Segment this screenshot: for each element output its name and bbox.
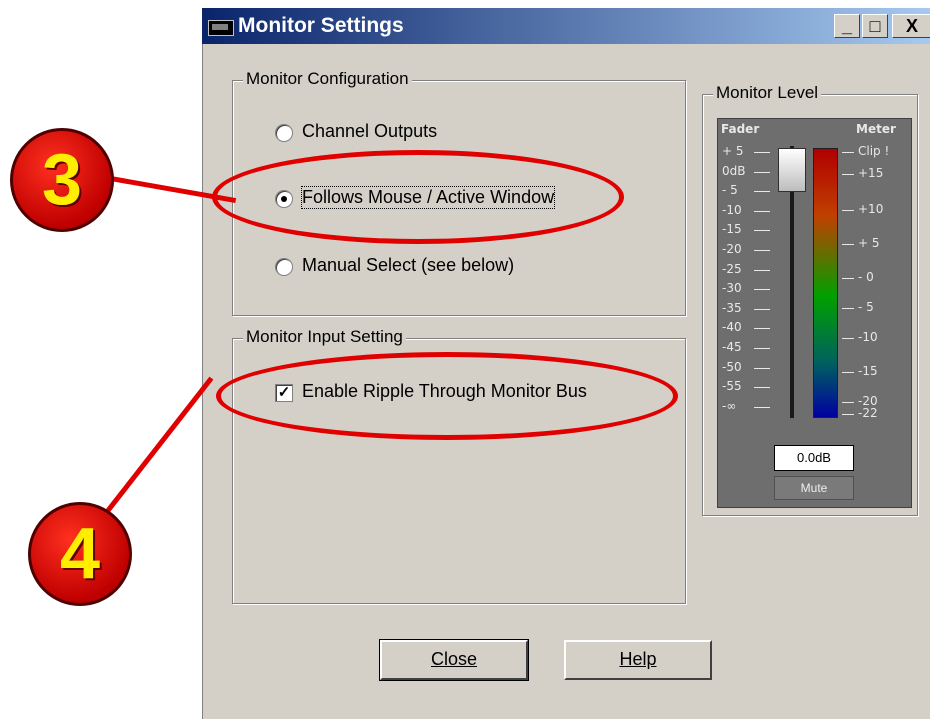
minimize-button[interactable]: _ [834,14,860,38]
monitor-level-label: Monitor Level [713,83,822,103]
fader-tick-mark [754,171,770,173]
fader-tick-label: -30 [722,281,742,296]
meter-tick-label: - 0 [858,270,874,284]
meter-tick-mark [842,174,854,175]
fader-tick-mark [754,191,770,193]
monitor-configuration-label: Monitor Configuration [243,69,412,89]
fader-tick-label: -∞ [722,398,737,413]
meter-tick-mark [842,414,854,415]
fader-tick-mark [754,230,770,232]
meter-tick-mark [842,278,854,279]
callout-3-badge: 3 [10,128,114,232]
help-button[interactable]: Help [564,640,712,680]
level-value-display[interactable]: 0.0dB [774,445,854,471]
fader-handle[interactable] [778,148,806,192]
fader-tick-mark [754,348,770,349]
fader-tick-mark [754,367,770,369]
maximize-button[interactable]: □ [862,14,888,38]
channel-outputs-label[interactable]: Channel Outputs [302,121,437,142]
meter-tick-mark [842,244,854,245]
meter-tick-label: -22 [858,406,878,420]
meter-tick-label: +15 [858,166,884,180]
help-button-label: Help [619,649,657,669]
meter-tick-mark [842,152,854,153]
mute-button[interactable]: Mute [774,476,854,500]
window-icon [208,20,234,36]
fader-tick-label: -55 [722,379,742,394]
title-bar[interactable]: Monitor Settings _ □ X [202,8,930,44]
channel-outputs-radio[interactable] [275,124,293,142]
fader-tick-label: -40 [722,320,742,335]
fader-tick-label: - 5 [722,183,738,198]
meter-tick-label: +10 [858,202,884,216]
fader-tick-mark [754,269,770,271]
meter-tick-mark [842,338,854,339]
fader-tick-label: -35 [722,300,742,315]
fader-tick-label: -20 [722,242,742,256]
fader-tick-mark [754,210,770,212]
callout-4-badge: 4 [28,502,132,606]
meter-tick-label: + 5 [858,236,880,250]
callout-4-pointer [106,376,214,513]
fader-tick-label: + 5 [722,144,744,158]
monitor-input-setting-label: Monitor Input Setting [243,327,406,347]
fader-header: Fader [721,122,760,136]
window-title: Monitor Settings [238,14,404,37]
callout-3-ellipse [212,150,624,244]
meter-tick-mark [842,308,854,309]
close-button[interactable]: Close [379,639,529,681]
meter-header: Meter [856,122,896,136]
fader-tick-label: 0dB [722,163,746,178]
fader-tick-mark [754,328,770,330]
meter-tick-mark [842,372,854,373]
fader-tick-mark [754,308,770,310]
close-button-label: Close [430,649,478,669]
meter-tick-label: -15 [858,364,878,378]
manual-select-radio[interactable] [275,258,293,276]
meter-tick-label: - 5 [858,300,874,314]
meter-tick-mark [842,402,854,403]
meter-tick-label: Clip ! [858,144,890,158]
meter-tick-mark [842,210,854,211]
fader-tick-mark [754,387,770,389]
fader-tick-label: -50 [722,359,742,374]
fader-tick-label: -10 [722,202,742,217]
fader-tick-label: -45 [722,340,742,354]
close-window-button[interactable]: X [892,14,930,38]
fader-tick-mark [754,250,770,251]
level-meter-bar [813,148,838,418]
meter-tick-label: -10 [858,330,878,344]
callout-4-ellipse [216,352,678,440]
fader-tick-mark [754,289,770,291]
fader-tick-label: -25 [722,261,742,276]
manual-select-label[interactable]: Manual Select (see below) [302,255,514,276]
fader-tick-mark [754,406,770,408]
fader-tick-label: -15 [722,222,742,237]
fader-tick-mark [754,152,770,153]
